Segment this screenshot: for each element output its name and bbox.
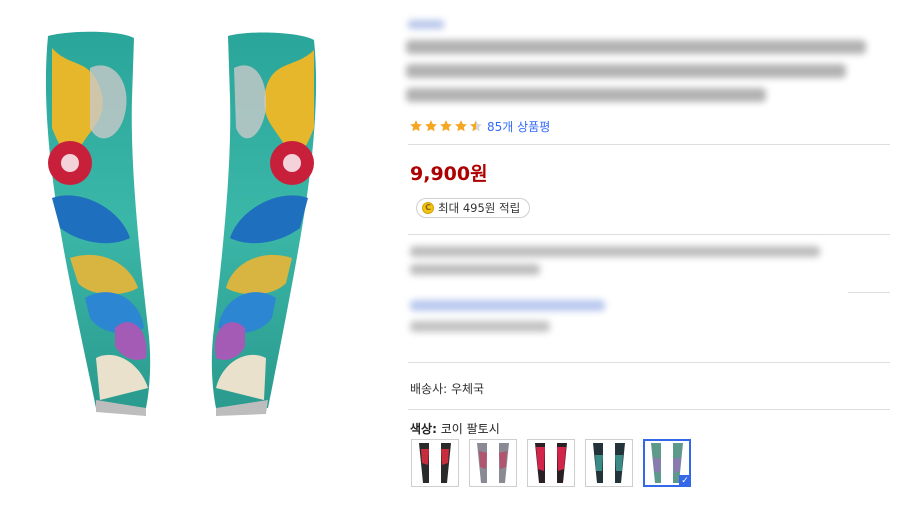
sleeve-dark-teal-icon [593, 443, 625, 483]
divider [408, 234, 890, 235]
star-icon [455, 120, 467, 132]
breadcrumb[interactable] [408, 20, 444, 29]
coin-icon: C [422, 202, 434, 214]
product-info-panel: 85개 상품평 9,900원 C 최대 495원 적립 배송사: 우체국 색상:… [406, 0, 890, 507]
divider [408, 362, 890, 363]
color-swatches: ✓ [411, 439, 701, 487]
delivery-info [410, 246, 830, 282]
seller-info [410, 300, 710, 342]
price: 9,900원 [410, 163, 488, 185]
color-option-label: 색상: 코이 팔토시 [410, 420, 500, 437]
divider [408, 144, 890, 145]
tattoo-sleeves-image [45, 31, 317, 416]
star-half-icon [470, 120, 482, 132]
color-swatch-selected[interactable]: ✓ [643, 439, 691, 487]
color-swatch[interactable] [411, 439, 459, 487]
product-main-image [30, 28, 340, 418]
points-label: 최대 495원 적립 [438, 201, 521, 215]
points-badge: C 최대 495원 적립 [416, 198, 531, 218]
divider [408, 409, 890, 410]
color-swatch[interactable] [527, 439, 575, 487]
star-rating [409, 119, 484, 133]
product-title [406, 40, 876, 110]
color-swatch[interactable] [585, 439, 633, 487]
star-icon [440, 120, 452, 132]
check-icon: ✓ [679, 475, 691, 487]
color-option-value: 코이 팔토시 [440, 422, 500, 436]
divider [848, 292, 890, 293]
shipping-carrier: 배송사: 우체국 [410, 382, 485, 396]
review-count-link[interactable]: 85개 상품평 [487, 118, 550, 135]
rating-row: 85개 상품평 [409, 118, 550, 134]
sleeve-red-icon [535, 443, 567, 483]
color-option-title: 색상: [410, 422, 437, 436]
star-icon [410, 120, 422, 132]
sleeve-red-black-icon [419, 443, 451, 483]
star-icon [425, 120, 437, 132]
sleeve-grey-icon [477, 443, 509, 483]
color-swatch[interactable] [469, 439, 517, 487]
